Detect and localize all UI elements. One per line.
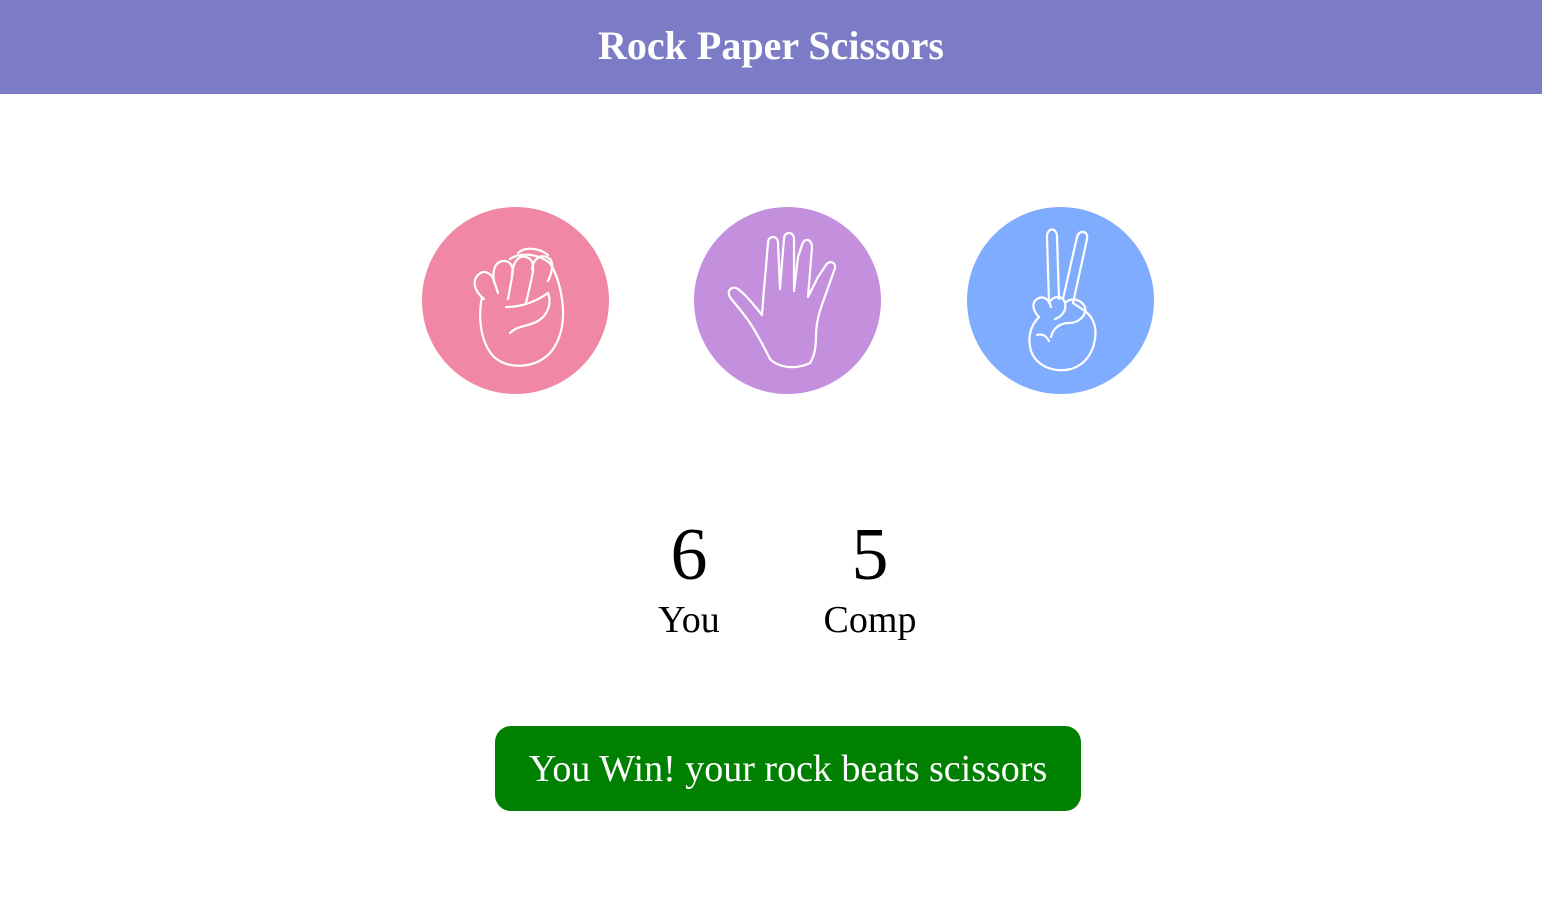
header-bar: Rock Paper Scissors bbox=[0, 0, 1542, 94]
user-score-value: 6 bbox=[670, 514, 708, 596]
comp-score-label: Comp bbox=[823, 599, 917, 641]
rock-choice-button[interactable] bbox=[422, 207, 609, 394]
comp-score-value: 5 bbox=[851, 514, 889, 596]
user-score: 6 You bbox=[609, 512, 769, 642]
paper-choice-button[interactable] bbox=[694, 207, 881, 394]
fist-icon bbox=[473, 247, 565, 367]
result-message: You Win! your rock beats scissors bbox=[495, 726, 1081, 811]
scissors-choice-button[interactable] bbox=[967, 207, 1154, 394]
peace-hand-icon bbox=[1028, 228, 1097, 372]
page-title: Rock Paper Scissors bbox=[598, 22, 944, 68]
open-hand-icon bbox=[727, 231, 837, 369]
user-score-label: You bbox=[658, 599, 720, 641]
comp-score: 5 Comp bbox=[790, 512, 950, 642]
